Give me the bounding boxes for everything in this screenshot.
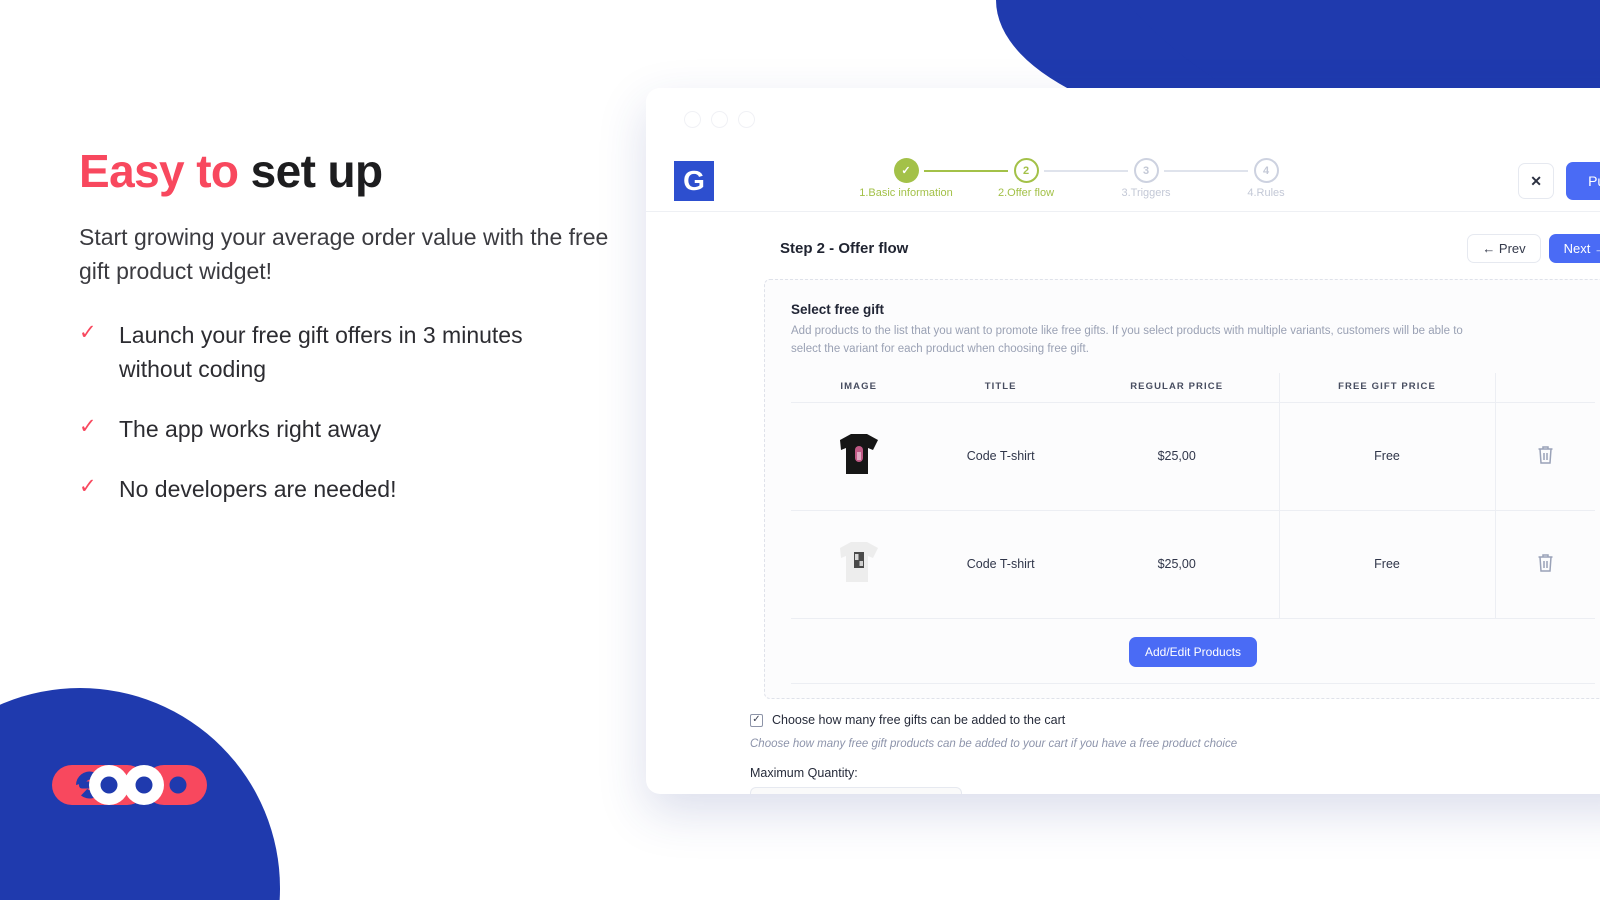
add-edit-products-wrapper: Add/Edit Products: [791, 619, 1595, 683]
cell-regular-price: $25,00: [1074, 402, 1280, 511]
column-header-image: IMAGE: [791, 372, 927, 403]
cell-free-gift-price: Free: [1278, 402, 1495, 511]
feature-list: ✓ Launch your free gift offers in 3 minu…: [79, 318, 639, 506]
card-divider: [791, 682, 1595, 684]
step-4-label: 4.Rules: [1247, 187, 1285, 199]
trash-icon[interactable]: [1536, 554, 1555, 576]
column-header-regular-price: REGULAR PRICE: [1074, 372, 1280, 403]
list-item-label: Launch your free gift offers in 3 minute…: [119, 321, 523, 382]
subheadline: Start growing your average order value w…: [79, 223, 609, 284]
stepper-connector-1: [924, 170, 1008, 172]
cell-image: [791, 402, 927, 511]
browser-window: G ✓ 1.Basic information 2 2.Offer flow 3…: [646, 88, 1600, 794]
step-2-node: 2: [1013, 158, 1039, 183]
column-header-actions: [1494, 372, 1595, 403]
max-gifts-hint: Choose how many free gift products can b…: [750, 738, 1238, 750]
step-3-node: 3: [1133, 158, 1159, 183]
cell-title: Code T-shirt: [926, 402, 1075, 511]
stepper-step-4[interactable]: 4 4.Rules: [1247, 158, 1285, 199]
headline-accent: Easy to: [79, 145, 251, 197]
minimize-dot-icon[interactable]: [711, 110, 728, 128]
headline-rest: set up: [250, 145, 383, 197]
trash-icon[interactable]: [1536, 446, 1555, 468]
close-dot-icon[interactable]: [684, 110, 701, 128]
cell-free-gift-price: Free: [1278, 510, 1495, 619]
step-header: Step 2 - Offer flow ← Prev Next →: [646, 212, 1600, 279]
step-4-node: 4: [1253, 158, 1279, 183]
check-icon: ✓: [79, 414, 97, 438]
free-gift-options: ✓ Choose how many free gifts can be adde…: [646, 699, 1600, 794]
check-icon: ✓: [79, 320, 97, 344]
prev-button[interactable]: ← Prev: [1467, 234, 1541, 263]
table-header-row: IMAGE TITLE REGULAR PRICE FREE GIFT PRIC…: [791, 372, 1595, 403]
cell-actions: [1494, 510, 1595, 619]
list-item-label: The app works right away: [119, 415, 382, 442]
wizard-nav-buttons: ← Prev Next →: [1467, 234, 1600, 263]
table-row: Code T-shirt $25,00 Free: [791, 402, 1595, 511]
select-free-gift-card: Select free gift Add products to the lis…: [764, 279, 1600, 699]
stepper-step-1[interactable]: ✓ 1.Basic information: [859, 158, 953, 199]
check-icon: ✓: [79, 474, 97, 498]
maximum-quantity-label: Maximum Quantity:: [750, 766, 858, 780]
step-2-label: 2.Offer flow: [997, 187, 1055, 199]
wizard-stepper: ✓ 1.Basic information 2 2.Offer flow 3 3…: [859, 158, 1285, 199]
next-button[interactable]: Next →: [1548, 234, 1600, 263]
topbar-actions: ✕ Publish: [1518, 162, 1600, 200]
stepper-connector-3: [1164, 170, 1248, 172]
list-item: ✓ Launch your free gift offers in 3 minu…: [79, 318, 639, 386]
card-description: Add products to the list that you want t…: [791, 325, 1463, 355]
max-gifts-checkbox-label: Choose how many free gifts can be added …: [772, 713, 1066, 727]
cell-image: [791, 510, 927, 619]
maximize-dot-icon[interactable]: [738, 110, 755, 128]
app-topbar: G ✓ 1.Basic information 2 2.Offer flow 3…: [646, 150, 1600, 212]
list-item-label: No developers are needed!: [119, 475, 397, 502]
step-3-label: 3.Triggers: [1121, 187, 1171, 199]
gooo-logo-mark: [52, 765, 207, 805]
cell-regular-price: $25,00: [1074, 510, 1280, 619]
step-1-node: ✓: [893, 158, 919, 183]
column-header-free-gift-price: FREE GIFT PRICE: [1278, 372, 1495, 403]
close-button[interactable]: ✕: [1518, 163, 1555, 199]
stepper-step-3[interactable]: 3 3.Triggers: [1121, 158, 1171, 199]
list-item: ✓ The app works right away: [79, 412, 639, 446]
gooo-logo: [52, 762, 207, 808]
max-gifts-checkbox[interactable]: ✓: [750, 713, 763, 727]
products-table: IMAGE TITLE REGULAR PRICE FREE GIFT PRIC…: [791, 372, 1595, 619]
black-tshirt-thumbnail: [828, 424, 890, 486]
publish-button[interactable]: Publish: [1566, 162, 1600, 200]
browser-titlebar: [646, 88, 1600, 150]
cell-title: Code T-shirt: [926, 510, 1075, 619]
stepper-connector-2: [1044, 170, 1128, 172]
stepper-step-2[interactable]: 2 2.Offer flow: [998, 158, 1054, 199]
step-1-label: 1.Basic information: [859, 187, 953, 199]
cell-actions: [1494, 402, 1595, 511]
maximum-quantity-input[interactable]: 1: [750, 787, 962, 794]
add-edit-products-button[interactable]: Add/Edit Products: [1128, 636, 1258, 667]
marketing-copy: Easy to set up Start growing your averag…: [79, 145, 639, 506]
app-logo[interactable]: G: [674, 160, 714, 201]
card-title: Select free gift: [791, 302, 885, 317]
table-row: Code T-shirt $25,00 Free: [791, 510, 1595, 619]
promo-banner: Easy to set up Start growing your averag…: [0, 0, 1600, 900]
max-gifts-checkbox-row[interactable]: ✓ Choose how many free gifts can be adde…: [750, 713, 1600, 727]
column-header-title: TITLE: [926, 372, 1075, 403]
white-tshirt-thumbnail: [828, 532, 890, 594]
list-item: ✓ No developers are needed!: [79, 472, 639, 506]
step-title: Step 2 - Offer flow: [780, 240, 909, 257]
page-title: Easy to set up: [79, 145, 639, 198]
